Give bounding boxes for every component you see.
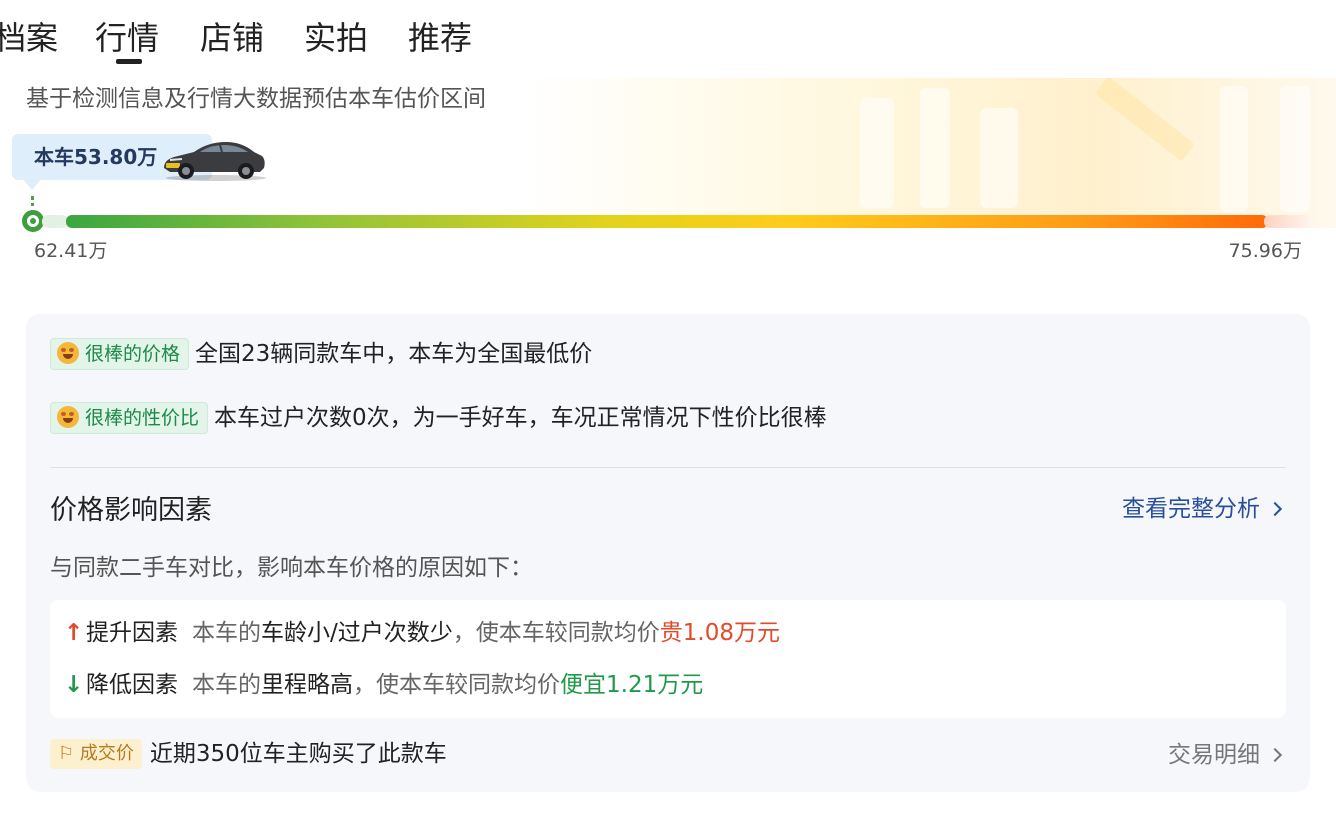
deal-row: ⚐ 成交价 近期350位车主购买了此款车 <box>50 738 447 770</box>
highlight-row: 很棒的性价比 本车过户次数0次，为一手好车，车况正常情况下性价比很棒 <box>50 402 827 434</box>
tab-bar: 档案 行情 店铺 实拍 推荐 <box>0 0 1336 78</box>
factor-increase-row: ↑ 提升因素 本车的车龄小/过户次数少，使本车较同款均价贵1.08万元 <box>64 616 780 650</box>
highlight-text: 全国23辆同款车中，本车为全国最低价 <box>195 341 593 367</box>
factor-effect: 贵1.08万元 <box>659 620 780 646</box>
badge-label: 很棒的价格 <box>85 343 181 365</box>
arrow-up-icon: ↑ <box>64 620 84 646</box>
tab-photos[interactable]: 实拍 <box>304 16 368 60</box>
range-track-end <box>1264 215 1310 228</box>
factor-label: 提升因素 <box>86 620 178 646</box>
factor-prefix: 本车的 <box>192 672 261 698</box>
price-estimate-section: 基于检测信息及行情大数据预估本车估价区间 本车53.80万 62.41万 75.… <box>0 76 1336 288</box>
car-icon <box>164 142 266 181</box>
tag-icon: ⚐ <box>58 743 80 764</box>
factor-cause: 里程略高 <box>261 672 353 698</box>
factor-cause: 车龄小/过户次数少 <box>261 620 453 646</box>
factors-title: 价格影响因素 <box>50 495 212 526</box>
range-low-price: 62.41万 <box>34 240 108 262</box>
good-price-badge: 很棒的价格 <box>50 338 190 370</box>
highlight-row: 很棒的价格 全国23辆同款车中，本车为全国最低价 <box>50 338 592 370</box>
star-eyes-emoji-icon <box>57 342 79 364</box>
active-tab-indicator <box>116 59 142 64</box>
tab-market[interactable]: 行情 <box>95 16 159 60</box>
factor-list: ↑ 提升因素 本车的车龄小/过户次数少，使本车较同款均价贵1.08万元 ↓ 降低因素本… <box>50 600 1286 718</box>
highlight-text: 本车过户次数0次，为一手好车，车况正常情况下性价比很棒 <box>214 405 827 431</box>
this-car-marker <box>22 210 44 232</box>
range-high-price: 75.96万 <box>1228 240 1302 262</box>
factor-decrease-row: ↓ 降低因素 本车的里程略高，使本车较同款均价便宜1.21万元 <box>64 668 703 702</box>
chevron-right-icon <box>1267 501 1283 517</box>
arrow-down-icon: ↓ <box>64 672 84 698</box>
factors-description: 与同款二手车对比，影响本车价格的原因如下： <box>50 555 533 581</box>
tab-store[interactable]: 店铺 <box>200 16 264 60</box>
badge-label: 很棒的性价比 <box>85 407 200 429</box>
transaction-details-link[interactable]: 交易明细 <box>1168 738 1283 772</box>
tab-recommend[interactable]: 推荐 <box>408 16 472 60</box>
factor-middle: ，使本车较同款均价 <box>353 672 560 698</box>
transaction-details-label: 交易明细 <box>1168 742 1260 768</box>
price-range-bar <box>66 215 1268 228</box>
factor-label: 降低因素 <box>86 672 178 698</box>
deal-text: 近期350位车主购买了此款车 <box>149 741 447 767</box>
estimate-subtitle: 基于检测信息及行情大数据预估本车估价区间 <box>26 86 486 112</box>
deal-price-badge: ⚐ 成交价 <box>50 739 142 769</box>
range-track-start <box>42 215 68 228</box>
bubble-pointer <box>22 178 42 190</box>
factor-effect: 便宜1.21万元 <box>560 672 704 698</box>
factor-middle: ，使本车较同款均价 <box>452 620 660 646</box>
deal-badge-label: 成交价 <box>79 743 134 764</box>
star-eyes-emoji-icon <box>57 406 79 428</box>
full-analysis-label: 查看完整分析 <box>1122 496 1260 522</box>
divider <box>50 467 1286 468</box>
good-value-badge: 很棒的性价比 <box>50 402 209 434</box>
price-analysis-card: 很棒的价格 全国23辆同款车中，本车为全国最低价 很棒的性价比 本车过户次数0次，为… <box>26 314 1310 792</box>
decorative-background <box>520 78 1336 228</box>
chevron-right-icon <box>1267 747 1283 763</box>
full-analysis-link[interactable]: 查看完整分析 <box>1122 492 1283 526</box>
this-car-price: 本车53.80万 <box>34 145 158 169</box>
factor-prefix: 本车的 <box>192 620 261 646</box>
tab-profile[interactable]: 档案 <box>0 16 58 60</box>
